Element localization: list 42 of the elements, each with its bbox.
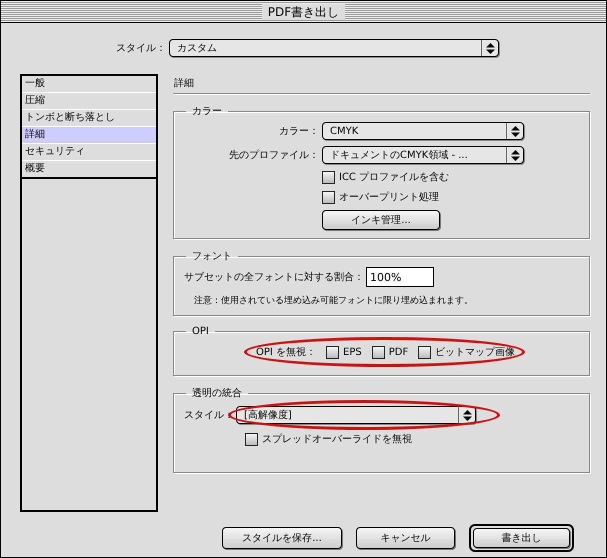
style-label: スタイル：	[116, 42, 166, 55]
style-dropdown[interactable]: カスタム	[169, 39, 499, 57]
up-down-arrows-icon	[462, 410, 472, 420]
up-down-arrows-icon	[510, 150, 520, 160]
checkbox[interactable]	[322, 190, 335, 204]
flattener-style-dropdown[interactable]: [高解像度]	[236, 406, 476, 424]
group-title: 透明の統合	[191, 386, 243, 400]
ink-manager-button[interactable]: インキ管理...	[322, 210, 440, 230]
checkbox-label: オーバープリント処理	[339, 190, 439, 204]
category-item[interactable]: セキュリティ	[22, 144, 156, 161]
checkbox[interactable]	[245, 432, 258, 446]
category-item[interactable]: 詳細	[22, 127, 156, 144]
checkbox[interactable]	[372, 346, 385, 358]
default-button[interactable]: 書き出し	[469, 524, 574, 552]
profile-dropdown[interactable]: ドキュメントのCMYK領域 - ...	[322, 146, 524, 164]
window-title: PDF書き出し	[262, 4, 346, 20]
category-item[interactable]: 圧縮	[22, 93, 156, 110]
checkbox-label: PDF	[388, 346, 408, 358]
checkbox[interactable]	[322, 170, 335, 184]
group-title: フォント	[191, 250, 233, 263]
group-title: OPI	[191, 326, 210, 337]
subset-label: サブセットの全フォントに対する割合：	[184, 270, 364, 284]
up-down-arrows-icon	[486, 42, 494, 54]
opi-label: OPI を無視：	[256, 346, 316, 359]
checkbox[interactable]	[326, 346, 340, 358]
note-text: 注意：使用されている埋め込み可能フォントに限り埋め込まれます。	[194, 294, 474, 307]
checkbox-label: スプレッドオーバーライドを無視	[262, 432, 412, 446]
group-title: カラー	[191, 105, 223, 118]
checkbox-label: ICC プロファイルを含む	[339, 170, 450, 184]
profile-label: 先のプロファイル：	[229, 148, 319, 162]
dialog-button[interactable]: キャンセル	[356, 527, 455, 549]
up-down-arrows-icon	[510, 126, 520, 136]
category-item[interactable]: 概要	[22, 161, 156, 179]
checkbox-label: ビットマップ画像	[435, 346, 516, 359]
subset-field[interactable]: 100%	[366, 267, 434, 287]
checkbox[interactable]	[418, 346, 432, 358]
checkbox-label: EPS	[343, 346, 362, 358]
category-item[interactable]: 一般	[22, 76, 156, 93]
dialog-button[interactable]: スタイルを保存...	[222, 527, 342, 549]
color-label: カラー：	[279, 125, 319, 138]
color-dropdown[interactable]: CMYK	[322, 122, 524, 140]
section-title: 詳細	[174, 78, 194, 89]
